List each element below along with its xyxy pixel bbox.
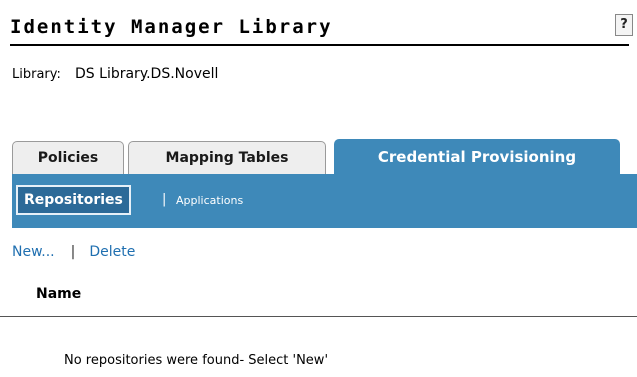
library-value: DS Library.DS.Novell xyxy=(75,66,219,82)
subtab-applications[interactable]: Applications xyxy=(176,192,243,210)
tab-mapping-tables[interactable]: Mapping Tables xyxy=(128,141,326,174)
subnav-separator: | xyxy=(162,192,167,207)
library-info: Library: DS Library.DS.Novell xyxy=(12,65,218,84)
tab-credential-provisioning[interactable]: Credential Provisioning xyxy=(334,139,620,174)
delete-button[interactable]: Delete xyxy=(89,244,135,260)
column-header-name[interactable]: Name xyxy=(36,285,81,303)
tab-policies[interactable]: Policies xyxy=(12,141,124,174)
sub-navigation: Repositories | Applications xyxy=(12,174,637,228)
page-title: Identity Manager Library xyxy=(10,16,333,38)
action-separator: | xyxy=(70,244,76,260)
page-header: Identity Manager Library ? xyxy=(10,14,633,46)
action-bar: New... | Delete xyxy=(12,243,135,261)
table-header: Name xyxy=(0,276,637,317)
subtab-repositories[interactable]: Repositories xyxy=(16,185,131,215)
library-label: Library: xyxy=(12,67,61,82)
empty-state-message: No repositories were found- Select 'New' xyxy=(64,353,329,368)
tab-bar: Policies Mapping Tables Credential Provi… xyxy=(12,138,637,174)
new-button[interactable]: New... xyxy=(12,244,55,260)
help-button[interactable]: ? xyxy=(615,14,633,36)
